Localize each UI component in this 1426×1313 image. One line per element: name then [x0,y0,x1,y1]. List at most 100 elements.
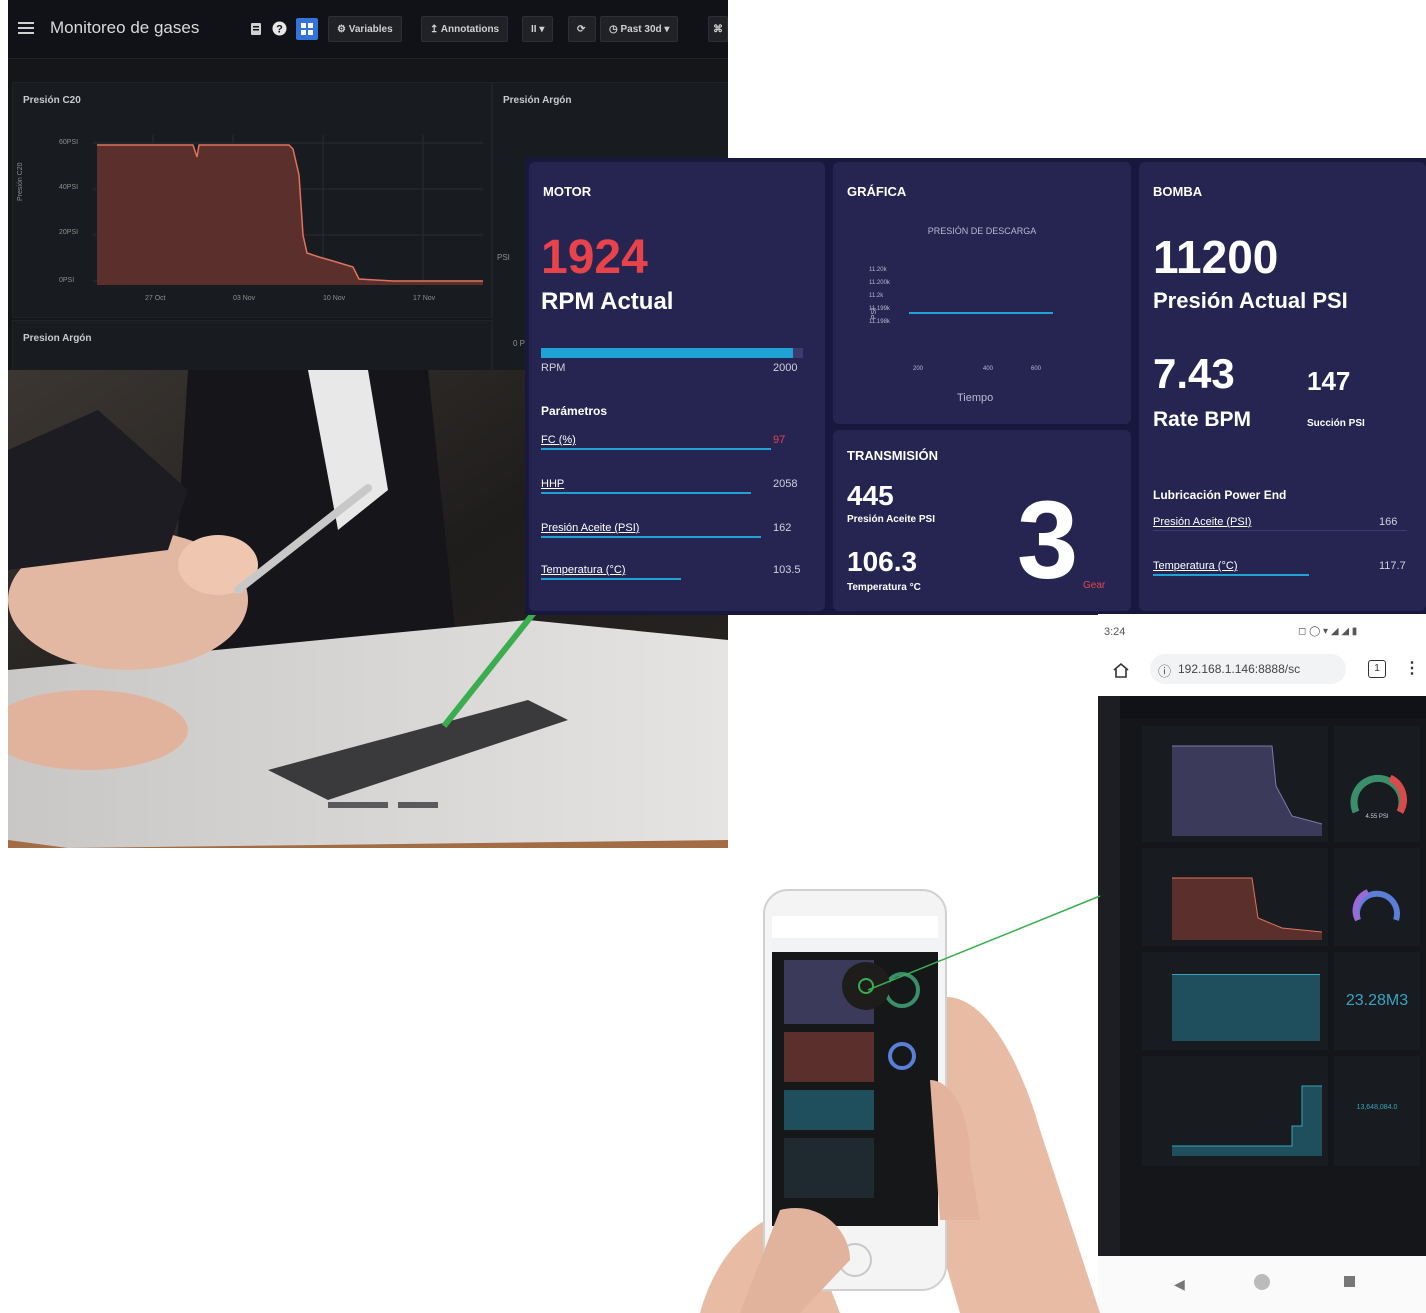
rpm-bar-min: RPM [541,362,566,374]
time-range-button[interactable]: ◷ Past 30d ▾ [600,16,679,42]
gauge-icon [1350,774,1407,814]
y-tick: 0PSI [59,277,75,284]
overflow-menu-icon[interactable]: ⋮ [1404,658,1420,678]
chart-title: PRESIÓN DE DESCARGA [927,226,1037,236]
pause-button[interactable]: II ▾ [522,16,554,42]
stat-value: 23.28M3 [1345,992,1409,1009]
x-axis-label: Tiempo [957,392,994,404]
tab-count-button[interactable]: 1 [1368,660,1386,678]
suction-value: 147 [1307,366,1351,396]
mobile-panel [1142,952,1328,1050]
y-tick: 60PSI [59,139,79,146]
rpm-bar [541,348,803,358]
rate-label: Rate BPM [1153,408,1252,431]
y-tick: 11.2k [869,293,884,299]
connector-line-mobile [867,895,1101,991]
gear-label: Gear [1083,580,1106,591]
suction-label: Succión PSI [1307,418,1365,429]
gear-value: 3 [1017,479,1079,602]
panel-presion-c20: Presión C20 Presión C20 60PSI 40PSI 20PS… [12,82,492,318]
mobile-stat-panel: 13,648,084.0 [1334,1056,1420,1166]
y-axis-label: Presión C20 [17,162,24,201]
param-label-oil: Presión Aceite (PSI) [541,522,640,534]
params-title: Parámetros [541,404,608,418]
url-bar[interactable]: ⓘ 192.168.1.146:8888/sc [1150,654,1346,684]
rpm-bar-max: 2000 [773,362,798,374]
c20-line-chart [93,135,483,285]
bomba-card: BOMBA 11200 Presión Actual PSI 7.43 Rate… [1139,162,1426,611]
mobile-chart-teal [1172,974,1320,1041]
grafana-topbar: Monitoreo de gases ? ⚙ Variables ↥ Annot… [8,0,728,59]
param-bar [541,536,761,538]
lube-bar-track [1153,530,1407,531]
temp-label: Temperatura °C [847,582,921,593]
param-value-fc: 97 [773,434,786,446]
lube-label-oil: Presión Aceite (PSI) [1153,516,1252,528]
variables-label: Variables [348,24,393,35]
mobile-panel [1142,1056,1328,1166]
time-range-label: Past 30d [620,24,662,35]
lube-value-oil: 166 [1379,516,1398,528]
recents-icon[interactable] [1344,1276,1355,1287]
info-icon: ⓘ [1158,664,1172,679]
card-title: TRANSMISIÓN [847,448,938,463]
variables-button[interactable]: ⚙ Variables [328,16,402,42]
grafica-card: GRÁFICA PRESIÓN DE DESCARGA 11.20k 11.20… [833,162,1131,424]
rate-value: 7.43 [1153,350,1235,397]
panel-presion-argon-2: Presion Argón [12,320,492,370]
x-tick: 200 [913,366,924,372]
status-time: 3:24 [1104,626,1126,638]
transmision-card: TRANSMISIÓN 445 Presión Aceite PSI 106.3… [833,430,1131,611]
refresh-icon[interactable]: ⟳ [568,16,596,42]
menu-icon[interactable] [18,22,34,34]
lube-title: Lubricación Power End [1153,488,1287,502]
x-tick: 400 [983,366,994,372]
gauge-icon [1352,889,1400,922]
lube-value-temp: 117.7 [1379,560,1406,572]
mobile-grafana-screen: 4.55 PSI 23.28M3 13,648,084.0 [1098,696,1426,1256]
help-icon[interactable]: ? [272,21,287,36]
card-title: GRÁFICA [847,184,907,199]
lube-bar [1153,574,1309,576]
param-label-hhp: HHP [541,478,565,490]
home-icon[interactable] [1112,662,1130,678]
x-tick: 27 Oct [145,295,166,302]
oil-pressure-value: 445 [847,480,894,511]
param-value-oil: 162 [773,522,792,534]
y-tick: 11.200k [869,280,890,286]
mobile-topbar [1120,696,1426,718]
param-value-hhp: 2058 [773,478,798,490]
param-label-temp: Temperatura (°C) [541,564,626,576]
param-value-temp: 103.5 [773,564,801,576]
x-tick: 03 Nov [233,295,256,302]
panel-title: Presión C20 [23,95,81,106]
motor-card: MOTOR 1924 RPM Actual RPM 2000 Parámetro… [529,162,825,611]
lube-label-temp: Temperatura (°C) [1153,560,1238,572]
mobile-chart-purple [1172,745,1323,836]
y-tick: 20PSI [59,229,79,236]
annotations-button[interactable]: ↥ Annotations [421,16,509,42]
back-icon[interactable]: ◀ [1174,1276,1185,1293]
rpm-label: RPM Actual [541,288,674,315]
android-nav-bar: ◀ [1098,1256,1426,1313]
pump-pressure-value: 11200 [1153,231,1279,283]
panel-title: Presion Argón [23,333,92,344]
oil-pressure-label: Presión Aceite PSI [847,514,935,525]
rpm-value: 1924 [541,231,648,284]
panel-title: Presión Argón [503,95,572,106]
url-text: 192.168.1.146:8888/sc [1178,662,1301,676]
status-icons: ◻ ◯ ▾ ◢ ◢ ▮ [1298,626,1358,637]
temp-value: 106.3 [847,546,918,577]
card-title: MOTOR [543,184,592,199]
y-axis-label: PSI [871,307,879,320]
industrial-dashboard: MOTOR 1924 RPM Actual RPM 2000 Parámetro… [525,158,1426,615]
svg-text:?: ? [276,24,283,36]
gear-icon[interactable] [250,22,262,36]
stat-value: 13,648,084.0 [1356,1104,1398,1111]
param-label-fc: FC (%) [541,434,576,446]
annotations-label: Annotations [440,24,500,35]
apps-icon[interactable] [296,18,318,40]
dashboard-title[interactable]: Monitoreo de gases [50,18,199,38]
more-button[interactable]: ⌘ [708,16,728,42]
home-button-icon[interactable] [1254,1274,1270,1290]
